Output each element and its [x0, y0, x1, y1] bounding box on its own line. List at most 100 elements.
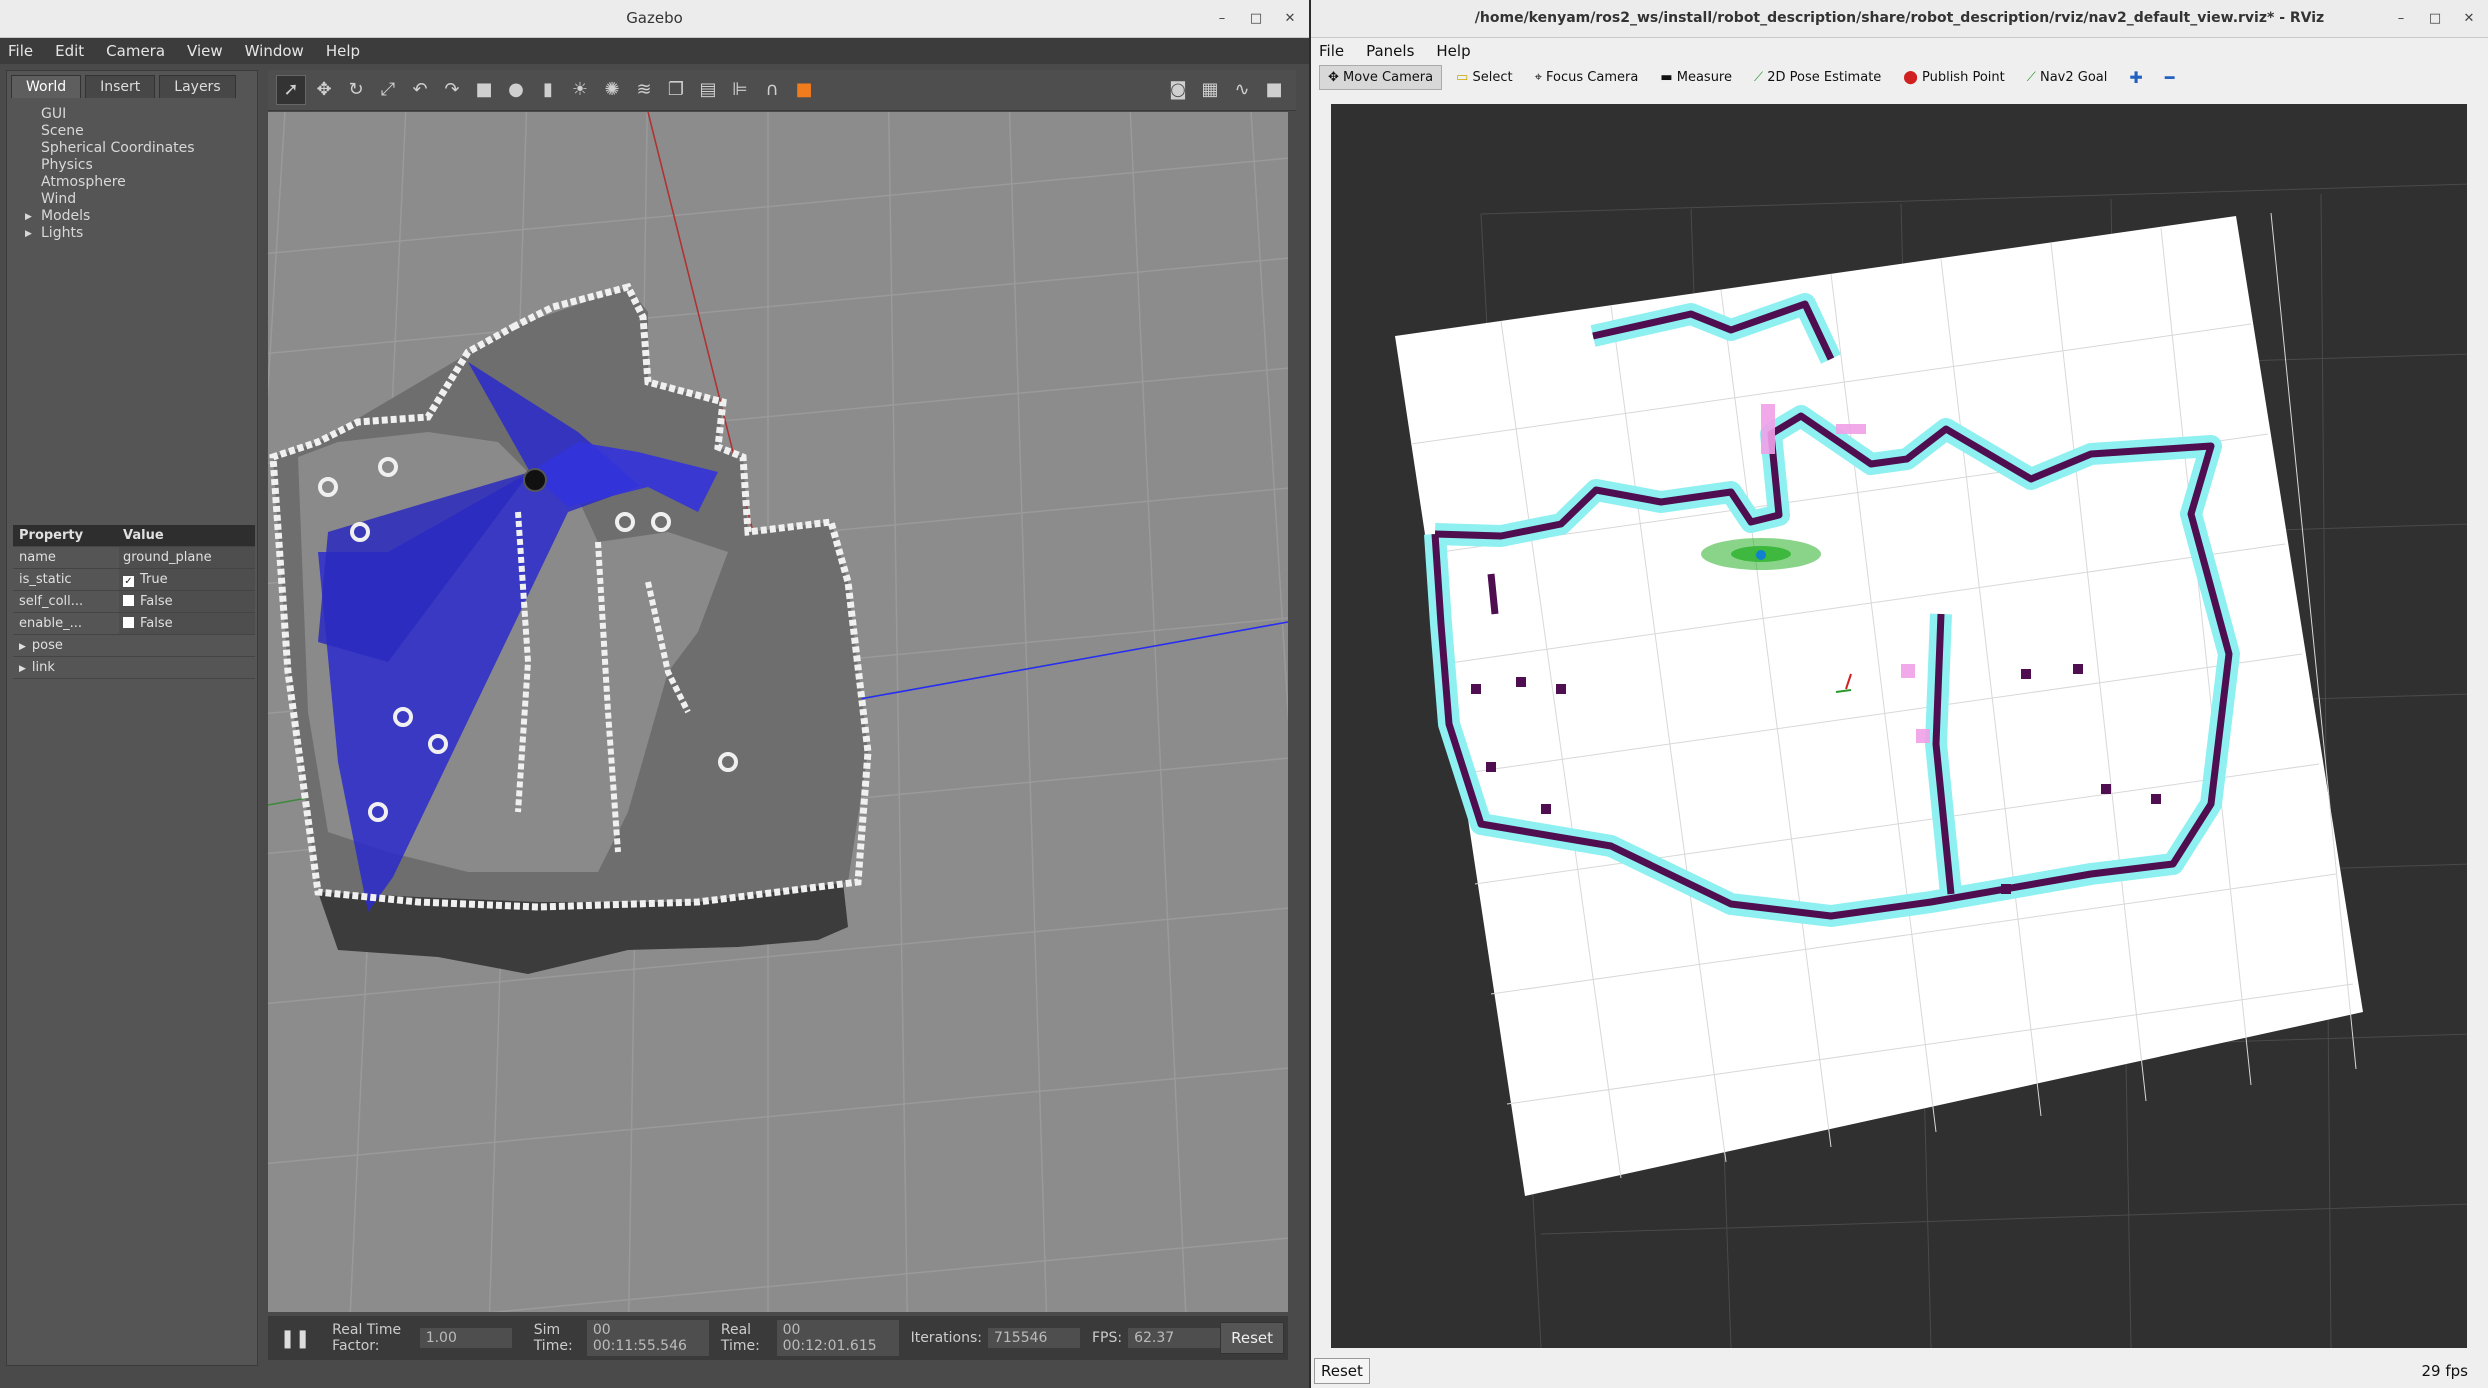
property-row-pose[interactable]: ▶ pose: [13, 635, 255, 657]
remove-tool-icon[interactable]: ━: [2157, 64, 2183, 91]
menu-edit[interactable]: Edit: [55, 42, 84, 60]
tab-layers[interactable]: Layers: [159, 75, 236, 98]
sim-time-label: Sim Time:: [533, 1322, 573, 1354]
checkbox-checked[interactable]: ✓: [123, 576, 134, 587]
paste-icon[interactable]: ▤: [694, 76, 722, 104]
property-row-enable-wind[interactable]: enable_... False: [13, 613, 255, 635]
property-row-is-static[interactable]: is_static ✓ True: [13, 569, 255, 591]
menu-camera[interactable]: Camera: [106, 42, 165, 60]
focus-camera-tool[interactable]: ⌖ Focus Camera: [1527, 66, 1647, 89]
checkbox-unchecked[interactable]: [123, 595, 134, 606]
minimize-button[interactable]: –: [1211, 8, 1233, 30]
z-axis-line: [787, 621, 1288, 713]
tree-item-lights[interactable]: Lights: [23, 225, 257, 243]
menu-help[interactable]: Help: [326, 42, 360, 60]
robot-pose-marker: [1756, 550, 1766, 560]
property-row-self-collide[interactable]: self_coll... False: [13, 591, 255, 613]
spot-light-icon[interactable]: ✺: [598, 76, 626, 104]
add-tool-icon[interactable]: ✚: [2121, 64, 2150, 91]
tab-world[interactable]: World: [11, 75, 82, 98]
menu-file[interactable]: File: [8, 42, 33, 60]
publish-point-tool[interactable]: ⬤ Publish Point: [1895, 66, 2012, 89]
sphere-shape-icon[interactable]: ●: [502, 76, 530, 104]
snap-icon[interactable]: ∩: [758, 76, 786, 104]
align-icon[interactable]: ⊫: [726, 76, 754, 104]
menu-file[interactable]: File: [1319, 42, 1344, 60]
log-icon[interactable]: ▦: [1196, 76, 1224, 104]
tree-item-wind[interactable]: Wind: [23, 191, 257, 208]
rviz-titlebar: /home/kenyam/ros2_ws/install/robot_descr…: [1311, 0, 2488, 38]
maximize-button[interactable]: □: [1245, 8, 1267, 30]
tree-item-atmosphere[interactable]: Atmosphere: [23, 174, 257, 191]
rviz-window: /home/kenyam/ros2_ws/install/robot_descr…: [1311, 0, 2488, 1388]
tree-item-scene[interactable]: Scene: [23, 123, 257, 140]
property-row-name[interactable]: name ground_plane: [13, 547, 255, 569]
tree-item-models[interactable]: Models: [23, 208, 257, 226]
map-render: [1395, 183, 2467, 1348]
menu-help[interactable]: Help: [1436, 42, 1470, 60]
screenshot-icon[interactable]: ◙: [1164, 76, 1192, 104]
move-camera-tool[interactable]: ✥ Move Camera: [1319, 64, 1443, 90]
property-value[interactable]: ground_plane: [119, 547, 255, 568]
nav2-goal-tool[interactable]: ⟋ Nav2 Goal: [2019, 66, 2116, 89]
checkbox-unchecked[interactable]: [123, 617, 134, 628]
record-video-icon[interactable]: ■: [1260, 76, 1288, 104]
reset-time-button[interactable]: Reset: [1220, 1322, 1284, 1354]
property-key: enable_...: [19, 616, 82, 631]
box-shape-icon[interactable]: ■: [470, 76, 498, 104]
tree-item-gui[interactable]: GUI: [23, 106, 257, 123]
directional-light-icon[interactable]: ≋: [630, 76, 658, 104]
menu-panels[interactable]: Panels: [1366, 42, 1414, 60]
pause-icon[interactable]: ❚❚: [280, 1328, 310, 1349]
gazebo-3d-viewport[interactable]: [268, 112, 1288, 1312]
rotate-mode-icon[interactable]: ↻: [342, 76, 370, 104]
translate-mode-icon[interactable]: ✥: [310, 76, 338, 104]
measure-icon: ▬: [1660, 69, 1677, 85]
scene-render: [268, 112, 1288, 1312]
cylinder-shape-icon[interactable]: ▮: [534, 76, 562, 104]
property-column-header: Property: [19, 528, 84, 543]
world-tree: GUI Scene Spherical Coordinates Physics …: [7, 98, 257, 243]
focus-camera-icon: ⌖: [1534, 69, 1547, 85]
point-light-icon[interactable]: ☀: [566, 76, 594, 104]
select-tool[interactable]: ▭ Select: [1448, 66, 1521, 89]
select-mode-icon[interactable]: ➚: [276, 75, 306, 105]
gazebo-statusbar: ❚❚ Real Time Factor: 1.00 Sim Time: 00 0…: [268, 1316, 1288, 1360]
menu-view[interactable]: View: [187, 42, 223, 60]
fps-label: FPS:: [1091, 1330, 1123, 1346]
iterations-value: 715546: [987, 1328, 1080, 1348]
rviz-fps: 29 fps: [2421, 1361, 2468, 1380]
undo-icon[interactable]: ↶: [406, 76, 434, 104]
copy-icon[interactable]: ❐: [662, 76, 690, 104]
change-view-icon[interactable]: ■: [790, 76, 818, 104]
gazebo-toolbar: ➚ ✥ ↻ ⤢ ↶ ↷ ■ ● ▮ ☀ ✺ ≋ ❐ ▤ ⊫ ∩ ■ ◙ ▦ ∿ …: [268, 70, 1296, 111]
publish-point-icon: ⬤: [1903, 69, 1922, 85]
plot-icon[interactable]: ∿: [1228, 76, 1256, 104]
property-row-link[interactable]: ▶ link: [13, 657, 255, 679]
pose-estimate-icon: ⟋: [1753, 69, 1768, 85]
property-value: False: [140, 616, 173, 631]
expand-arrow-icon[interactable]: ▶: [19, 642, 26, 652]
measure-tool[interactable]: ▬ Measure: [1652, 66, 1740, 89]
tab-insert[interactable]: Insert: [85, 75, 156, 98]
close-button[interactable]: ✕: [2458, 8, 2480, 30]
gazebo-window: Gazebo – □ ✕ File Edit Camera View Windo…: [0, 0, 1309, 1388]
expand-arrow-icon[interactable]: ▶: [19, 664, 26, 674]
rviz-menubar: File Panels Help: [1311, 38, 2488, 64]
pose-estimate-tool[interactable]: ⟋ 2D Pose Estimate: [1746, 66, 1889, 89]
tree-item-spherical-coordinates[interactable]: Spherical Coordinates: [23, 140, 257, 157]
gazebo-titlebar: Gazebo – □ ✕: [0, 0, 1309, 38]
rviz-3d-view[interactable]: [1331, 104, 2467, 1348]
rviz-reset-button[interactable]: Reset: [1314, 1357, 1370, 1384]
move-camera-icon: ✥: [1328, 69, 1344, 85]
fps-value: 62.37: [1128, 1328, 1221, 1348]
maximize-button[interactable]: □: [2424, 8, 2446, 30]
robot-model: [523, 468, 547, 492]
property-key: self_coll...: [19, 594, 84, 609]
tree-item-physics[interactable]: Physics: [23, 157, 257, 174]
redo-icon[interactable]: ↷: [438, 76, 466, 104]
minimize-button[interactable]: –: [2390, 8, 2412, 30]
menu-window[interactable]: Window: [245, 42, 304, 60]
scale-mode-icon[interactable]: ⤢: [374, 76, 402, 104]
close-button[interactable]: ✕: [1279, 8, 1301, 30]
